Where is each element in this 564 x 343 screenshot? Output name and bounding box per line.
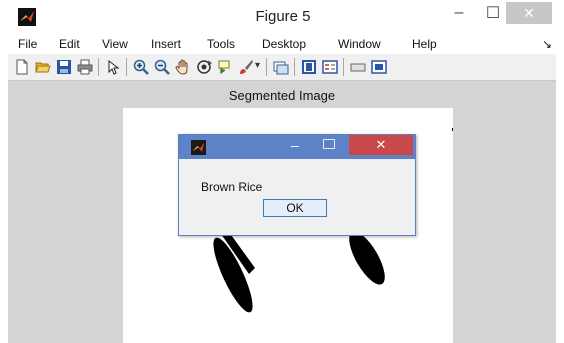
new-figure-icon[interactable] [14,59,30,75]
open-file-icon[interactable] [35,59,51,75]
toolbar-separator [98,58,99,76]
data-cursor-icon[interactable] [217,59,233,75]
axes-title: Segmented Image [228,88,336,103]
link-plot-icon[interactable] [273,59,289,75]
menu-desktop[interactable]: Desktop [262,37,306,51]
dialog-close-button[interactable]: ✕ [349,135,413,155]
minimize-button[interactable]: – [442,2,476,24]
title-bar[interactable]: Figure 5 – ☐ ✕ [8,0,556,34]
pan-icon[interactable] [175,59,191,75]
toolbar-separator [126,58,127,76]
message-dialog: – ✕ Brown Rice OK [178,134,416,236]
maximize-button[interactable]: ☐ [476,2,510,24]
dialog-maximize-button[interactable] [323,139,335,149]
matlab-icon [18,8,36,26]
toolbar-separator [294,58,295,76]
rotate-3d-icon[interactable] [196,59,212,75]
figure-window: Figure 5 – ☐ ✕ File Edit View Insert Too… [8,0,556,343]
matlab-icon [191,140,206,155]
window-title: Figure 5 [255,8,311,25]
menu-file[interactable]: File [18,37,37,51]
menu-window[interactable]: Window [338,37,381,51]
save-figure-icon[interactable] [56,59,72,75]
legend-icon[interactable] [322,59,338,75]
close-button[interactable]: ✕ [506,2,552,24]
show-plot-tools-icon[interactable] [371,59,387,75]
menu-insert[interactable]: Insert [151,37,181,51]
toolbar: ▾ [8,54,556,81]
menu-help[interactable]: Help [412,37,437,51]
menu-edit[interactable]: Edit [59,37,80,51]
dialog-minimize-button[interactable]: – [291,137,299,153]
menu-bar: File Edit View Insert Tools Desktop Wind… [8,34,556,54]
toolbar-separator [343,58,344,76]
brush-icon[interactable] [238,59,254,75]
ok-button[interactable]: OK [263,199,327,217]
hide-plot-tools-icon[interactable] [350,59,366,75]
zoom-out-icon[interactable] [154,59,170,75]
toolbar-separator [266,58,267,76]
zoom-in-icon[interactable] [133,59,149,75]
menu-tools[interactable]: Tools [207,37,235,51]
dialog-title-bar[interactable]: – ✕ [179,135,415,159]
dialog-message: Brown Rice [201,180,263,194]
menu-view[interactable]: View [102,37,128,51]
brush-dropdown-icon[interactable]: ▾ [255,60,260,71]
edit-plot-icon[interactable] [105,59,121,75]
colorbar-icon[interactable] [301,59,317,75]
menu-overflow-icon[interactable]: ↘ [542,37,552,51]
print-figure-icon[interactable] [77,59,93,75]
